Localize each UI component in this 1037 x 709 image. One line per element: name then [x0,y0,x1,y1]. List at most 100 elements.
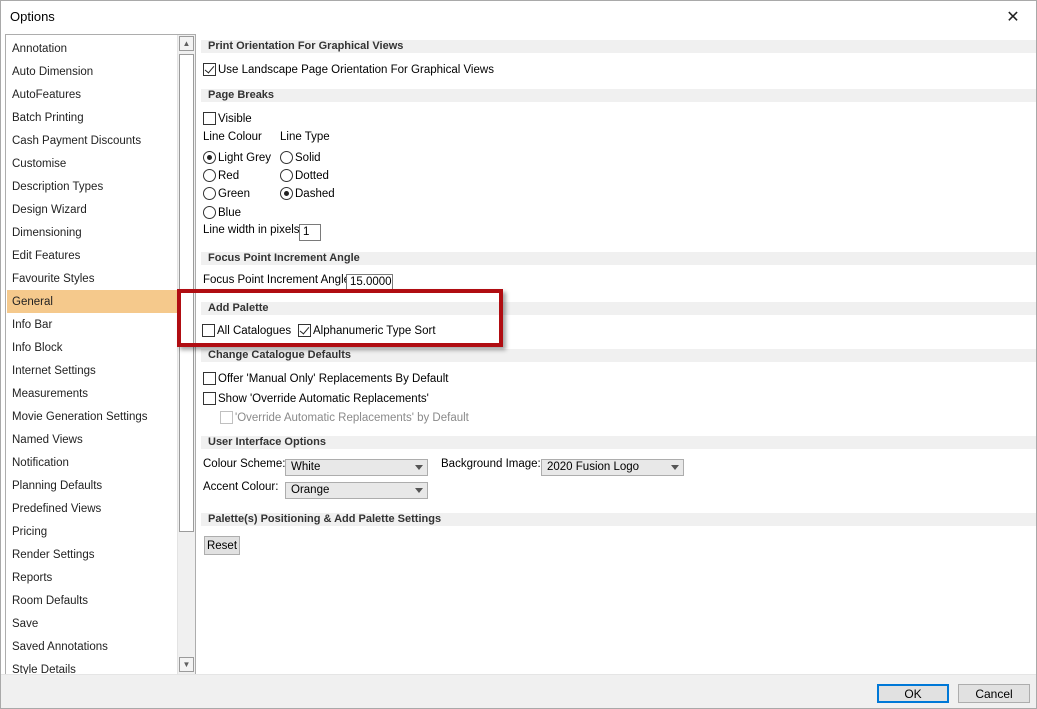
sidebar-item-customise[interactable]: Customise [7,152,177,175]
line-colour-light-grey-radio[interactable]: Light Grey [203,151,271,164]
sidebar-item-reports[interactable]: Reports [7,566,177,589]
accent-colour-select[interactable]: Orange [285,482,428,499]
close-icon: ✕ [1006,8,1020,26]
scroll-up-icon: ▲ [182,39,191,48]
sidebar-item-notification[interactable]: Notification [7,451,177,474]
line-colour-blue-radio[interactable]: Blue [203,206,241,219]
checkbox-box[interactable] [203,63,216,76]
manual-only-label: Offer 'Manual Only' Replacements By Defa… [218,372,449,385]
accent-colour-label: Accent Colour: [203,481,279,493]
sidebar-item-general[interactable]: General [7,290,177,313]
show-override-replacements-checkbox[interactable]: Show 'Override Automatic Replacements' [203,392,429,405]
sidebar-item-annotation[interactable]: Annotation [7,37,177,60]
sidebar-item-auto-dimension[interactable]: Auto Dimension [7,60,177,83]
sidebar-item-dimensioning[interactable]: Dimensioning [7,221,177,244]
radio-circle[interactable] [280,169,293,182]
background-image-value: 2020 Fusion Logo [547,461,640,473]
checkbox-box[interactable] [298,324,311,337]
category-list-scrollbar[interactable]: ▲ ▼ [177,35,195,674]
all-catalogues-checkbox[interactable]: All Catalogues [202,324,291,337]
background-image-select[interactable]: 2020 Fusion Logo [541,459,684,476]
sidebar-item-info-block[interactable]: Info Block [7,336,177,359]
sidebar-item-room-defaults[interactable]: Room Defaults [7,589,177,612]
radio-circle[interactable] [280,151,293,164]
sidebar-item-internet-settings[interactable]: Internet Settings [7,359,177,382]
radio-circle[interactable] [280,187,293,200]
radio-circle[interactable] [203,151,216,164]
line-width-input[interactable]: 1 [299,224,321,241]
colour-scheme-label: Colour Scheme: [203,458,286,470]
alphanumeric-type-sort-label: Alphanumeric Type Sort [313,324,436,337]
background-image-label: Background Image: [441,458,541,470]
sidebar-item-saved-annotations[interactable]: Saved Annotations [7,635,177,658]
sidebar-item-edit-features[interactable]: Edit Features [7,244,177,267]
show-override-label: Show 'Override Automatic Replacements' [218,392,429,405]
close-button[interactable]: ✕ [990,1,1036,32]
accent-colour-value: Orange [291,484,330,496]
sidebar-item-planning-defaults[interactable]: Planning Defaults [7,474,177,497]
all-catalogues-label: All Catalogues [217,324,292,337]
sidebar-item-autofeatures[interactable]: AutoFeatures [7,83,177,106]
sidebar-item-design-wizard[interactable]: Design Wizard [7,198,177,221]
sidebar-item-render-settings[interactable]: Render Settings [7,543,177,566]
checkbox-box [220,411,233,424]
sidebar-item-info-bar[interactable]: Info Bar [7,313,177,336]
dialog-title: Options [10,9,55,24]
line-colour-label: Line Colour [203,131,262,143]
override-default-label: 'Override Automatic Replacements' by Def… [235,411,469,424]
radio-circle[interactable] [203,187,216,200]
sidebar-item-pricing[interactable]: Pricing [7,520,177,543]
landscape-orientation-checkbox[interactable]: Use Landscape Page Orientation For Graph… [203,63,494,76]
title-bar: Options ✕ [1,1,1036,32]
sidebar-item-description-types[interactable]: Description Types [7,175,177,198]
radio-label: Solid [295,151,321,164]
line-type-dotted-radio[interactable]: Dotted [280,169,329,182]
category-list[interactable]: Annotation Auto Dimension AutoFeatures Batc… [5,34,196,675]
scroll-thumb[interactable] [179,54,194,532]
ok-button[interactable]: OK [877,684,949,703]
radio-circle[interactable] [203,206,216,219]
radio-label: Red [218,169,240,182]
focus-point-angle-input[interactable]: 15.0000 [346,274,393,291]
colour-scheme-select[interactable]: White [285,459,428,476]
page-breaks-visible-checkbox[interactable]: Visible [203,112,252,125]
scroll-up-button[interactable]: ▲ [179,36,194,51]
line-colour-red-radio[interactable]: Red [203,169,239,182]
colour-scheme-value: White [291,461,321,473]
sidebar-item-predefined-views[interactable]: Predefined Views [7,497,177,520]
radio-circle[interactable] [203,169,216,182]
radio-label: Dashed [295,187,335,200]
sidebar-item-favourite-styles[interactable]: Favourite Styles [7,267,177,290]
scroll-down-icon: ▼ [182,660,191,669]
section-header-print-orientation: Print Orientation For Graphical Views [201,40,1036,53]
checkbox-box[interactable] [203,392,216,405]
section-header-focus-point: Focus Point Increment Angle [201,252,1036,265]
sidebar-item-cash-payment-discounts[interactable]: Cash Payment Discounts [7,129,177,152]
manual-only-replacements-checkbox[interactable]: Offer 'Manual Only' Replacements By Defa… [203,372,448,385]
radio-label: Blue [218,206,242,219]
sidebar-item-named-views[interactable]: Named Views [7,428,177,451]
scroll-down-button[interactable]: ▼ [179,657,194,672]
sidebar-item-movie-generation-settings[interactable]: Movie Generation Settings [7,405,177,428]
options-dialog: Options ✕ Annotation Auto Dimension AutoFe… [0,0,1037,709]
chevron-down-icon [671,465,679,470]
sidebar-item-save[interactable]: Save [7,612,177,635]
line-type-dashed-radio[interactable]: Dashed [280,187,335,200]
sidebar-item-measurements[interactable]: Measurements [7,382,177,405]
visible-label: Visible [218,112,252,125]
cancel-button[interactable]: Cancel [958,684,1030,703]
line-type-label: Line Type [280,131,330,143]
section-header-palette-positioning: Palette(s) Positioning & Add Palette Set… [201,513,1036,526]
checkbox-box[interactable] [203,112,216,125]
alphanumeric-type-sort-checkbox[interactable]: Alphanumeric Type Sort [298,324,436,337]
focus-point-angle-label: Focus Point Increment Angle [203,274,351,286]
settings-panel: Print Orientation For Graphical Views Us… [197,34,1036,674]
checkbox-box[interactable] [203,372,216,385]
chevron-down-icon [415,488,423,493]
line-type-solid-radio[interactable]: Solid [280,151,321,164]
line-colour-green-radio[interactable]: Green [203,187,250,200]
sidebar-item-style-details[interactable]: Style Details [7,658,177,674]
sidebar-item-batch-printing[interactable]: Batch Printing [7,106,177,129]
checkbox-box[interactable] [202,324,215,337]
reset-button[interactable]: Reset [204,536,240,555]
